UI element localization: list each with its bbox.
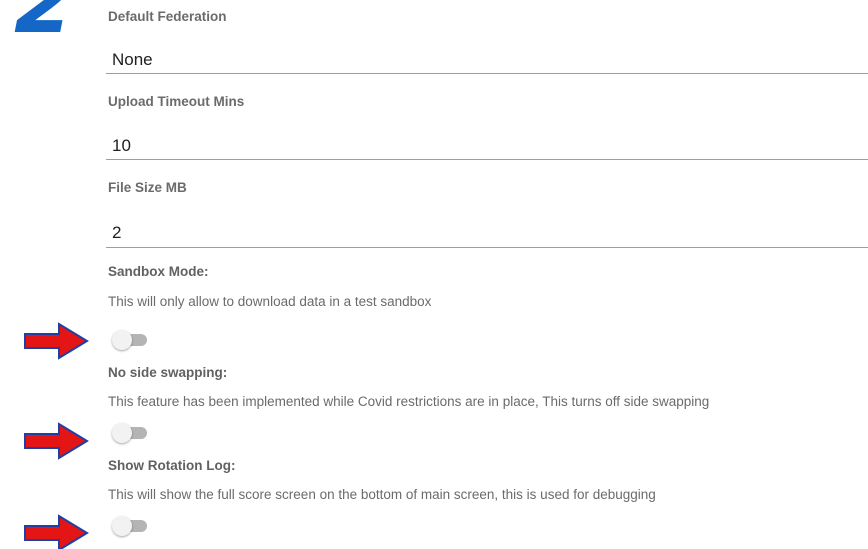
no-side-swapping-toggle[interactable] bbox=[112, 423, 150, 443]
settings-screen: 2 Default Federation None Upload Timeout… bbox=[0, 0, 868, 549]
sandbox-mode-title: Sandbox Mode: bbox=[108, 264, 209, 279]
show-rotation-log-description: This will show the full score screen on … bbox=[108, 487, 656, 502]
sandbox-mode-toggle[interactable] bbox=[112, 330, 150, 350]
upload-timeout-underline bbox=[106, 159, 868, 160]
show-rotation-log-title: Show Rotation Log: bbox=[108, 458, 236, 473]
upload-timeout-field[interactable]: 10 bbox=[112, 136, 131, 156]
no-side-swapping-description: This feature has been implemented while … bbox=[108, 394, 710, 409]
default-federation-label: Default Federation bbox=[108, 9, 227, 24]
upload-timeout-label: Upload Timeout Mins bbox=[108, 94, 245, 109]
red-right-arrow-icon bbox=[24, 514, 89, 549]
red-right-arrow-icon bbox=[24, 322, 89, 360]
file-size-label: File Size MB bbox=[108, 180, 187, 195]
no-side-swapping-title: No side swapping: bbox=[108, 365, 228, 380]
toggle-thumb bbox=[112, 516, 132, 536]
default-federation-underline bbox=[106, 73, 868, 74]
default-federation-field[interactable]: None bbox=[112, 50, 153, 70]
step-number-annotation: 2 bbox=[14, 0, 74, 53]
toggle-thumb bbox=[112, 423, 132, 443]
toggle-thumb bbox=[112, 330, 132, 350]
file-size-underline bbox=[106, 247, 868, 248]
red-right-arrow-icon bbox=[24, 422, 89, 460]
show-rotation-log-toggle[interactable] bbox=[112, 516, 150, 536]
file-size-field[interactable]: 2 bbox=[112, 223, 121, 243]
sandbox-mode-description: This will only allow to download data in… bbox=[108, 294, 432, 309]
